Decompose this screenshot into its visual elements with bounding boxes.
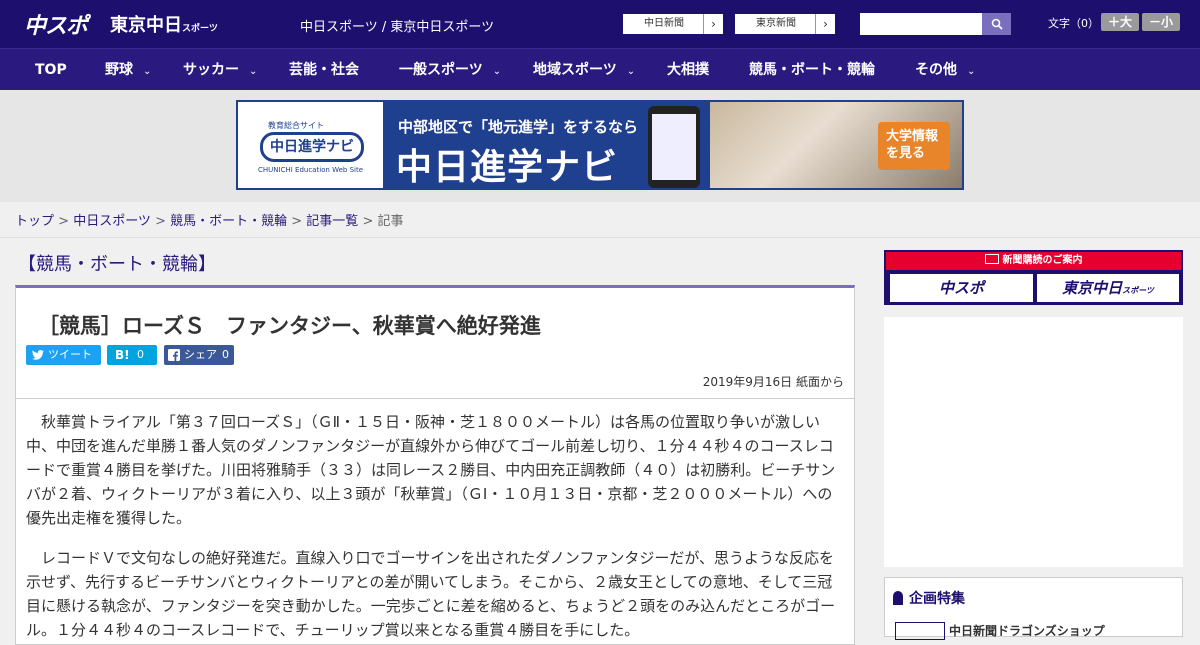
- banner-edu-sub: CHUNICHI Education Web Site: [258, 166, 364, 174]
- tweet-button[interactable]: ツイート: [26, 345, 101, 365]
- nav-baseball[interactable]: 野球 ⌄: [105, 49, 151, 91]
- hatena-bookmark-button[interactable]: B! 0: [107, 345, 157, 365]
- nav-other[interactable]: その他 ⌄: [915, 49, 975, 91]
- font-bigger-button[interactable]: ＋大: [1101, 13, 1139, 31]
- nav-soccer[interactable]: サッカー ⌄: [183, 49, 257, 91]
- breadcrumb-current: 記事: [377, 214, 404, 229]
- facebook-share-count: 0: [222, 348, 229, 361]
- category-heading: 【競馬・ボート・競輪】: [18, 254, 216, 275]
- main-nav: TOP 野球 ⌄ サッカー ⌄ 芸能・社会 一般スポーツ ⌄ 地域スポーツ ⌄ 大相撲 …: [0, 48, 1200, 90]
- subscription-heading-text: 新聞購読のご案内: [1002, 255, 1083, 266]
- article-divider: [16, 398, 854, 399]
- search-input[interactable]: [860, 13, 982, 35]
- nav-sumo[interactable]: 大相撲: [667, 49, 709, 91]
- font-size-label: 文字（0）: [1048, 17, 1099, 30]
- tokyo-logo-small: スポーツ: [182, 24, 218, 34]
- banner-cta: 大学情報を見る: [878, 122, 950, 170]
- subscribe-tokyo-text: 東京中日: [1062, 279, 1123, 297]
- chevron-down-icon: ⌄: [492, 66, 502, 77]
- subscribe-tokyo-small: スポーツ: [1122, 286, 1154, 295]
- nav-soccer-label: サッカー: [183, 62, 239, 78]
- nav-general-sports-label: 一般スポーツ: [399, 62, 483, 78]
- nav-entertainment[interactable]: 芸能・社会: [289, 49, 359, 91]
- ribbon-icon: [893, 591, 903, 605]
- phone-screen: [652, 114, 696, 180]
- subscribe-tokyo-chunichi-button[interactable]: 東京中日スポーツ: [1037, 274, 1179, 302]
- article-paragraph: 秋華賞トライアル「第３７回ローズＳ」（ＧⅡ・１５日・阪神・芝１８００メートル）は…: [26, 413, 836, 527]
- nav-keiba-label: 競馬・ボート・競輪: [749, 62, 875, 78]
- banner-logo-box: 教育総合サイト 中日進学ナビ CHUNICHI Education Web Si…: [238, 102, 383, 188]
- chevron-right-icon: ›: [815, 14, 835, 34]
- chuspo-logo[interactable]: 中スポ: [24, 8, 88, 40]
- banner-edu-small: 教育総合サイト: [268, 121, 324, 130]
- chevron-down-icon: ⌄: [249, 66, 258, 77]
- breadcrumb-separator: >: [287, 214, 307, 229]
- chunichi-shimbun-label: 中日新聞: [644, 18, 684, 29]
- facebook-share-label: シェア: [184, 348, 217, 361]
- chevron-down-icon: ⌄: [626, 66, 636, 77]
- hatena-count: 0: [137, 348, 144, 361]
- feature-thumbnail[interactable]: [895, 622, 945, 640]
- article-date: 2019年9月16日 紙面から: [702, 375, 844, 389]
- breadcrumb-separator: >: [54, 214, 74, 229]
- nav-top[interactable]: TOP: [35, 49, 67, 91]
- nav-keiba[interactable]: 競馬・ボート・競輪: [749, 49, 875, 91]
- shingaku-navi-banner[interactable]: 教育総合サイト 中日進学ナビ CHUNICHI Education Web Si…: [236, 100, 964, 190]
- banner-edu-logo: 中日進学ナビ: [260, 132, 364, 162]
- breadcrumb-separator: >: [150, 214, 171, 229]
- chevron-down-icon: ⌄: [967, 66, 976, 77]
- search-button[interactable]: [982, 13, 1011, 35]
- top-header: 中スポ 東京中日スポーツ 中日スポーツ / 東京中日スポーツ 中日新聞 › 東京…: [0, 0, 1200, 48]
- nav-local-sports-label: 地域スポーツ: [533, 62, 617, 78]
- feature-heading-text: 企画特集: [909, 591, 965, 607]
- nav-entertainment-label: 芸能・社会: [289, 62, 359, 78]
- phone-image: [648, 106, 700, 188]
- article-paragraph: レコードＶで文句なしの絶好発進だ。直線入り口でゴーサインを出されたダノンファンタ…: [26, 549, 836, 639]
- nav-general-sports[interactable]: 一般スポーツ ⌄: [399, 49, 501, 91]
- tokyo-shimbun-label: 東京新聞: [756, 18, 796, 29]
- chevron-right-icon: ›: [703, 14, 723, 34]
- breadcrumb-separator: >: [358, 214, 378, 229]
- breadcrumb-keiba[interactable]: 競馬・ボート・競輪: [170, 214, 287, 229]
- banner-headline: 中日進学ナビ: [396, 147, 619, 188]
- breadcrumb: トップ > 中日スポーツ > 競馬・ボート・競輪 > 記事一覧 > 記事: [0, 202, 1200, 238]
- chevron-down-icon: ⌄: [143, 66, 152, 77]
- nav-baseball-label: 野球: [105, 62, 133, 78]
- subscribe-chuspo-button[interactable]: 中スポ: [890, 274, 1033, 302]
- feature-box: 企画特集 中日新聞ドラゴンズショップ: [884, 577, 1183, 640]
- nav-sumo-label: 大相撲: [667, 62, 709, 78]
- tokyo-logo-text: 東京中日: [110, 15, 182, 36]
- feature-heading: 企画特集: [893, 588, 965, 608]
- sidebar-ad: [884, 317, 1183, 567]
- banner-tagline: 中部地区で「地元進学」をするなら: [398, 118, 639, 136]
- breadcrumb-top[interactable]: トップ: [15, 214, 54, 229]
- tokyo-chunichi-logo[interactable]: 東京中日スポーツ: [110, 11, 218, 37]
- nav-local-sports[interactable]: 地域スポーツ ⌄: [533, 49, 635, 91]
- hatena-icon: B!: [115, 348, 130, 362]
- search-icon: [991, 18, 1003, 30]
- banner-area: 教育総合サイト 中日進学ナビ CHUNICHI Education Web Si…: [0, 90, 1200, 202]
- article-title: ［競馬］ローズＳ ファンタジー、秋華賞へ絶好発進: [38, 314, 541, 338]
- feature-item-link[interactable]: 中日新聞ドラゴンズショップ: [949, 622, 1105, 639]
- facebook-icon: [168, 349, 180, 361]
- site-title[interactable]: 中日スポーツ / 東京中日スポーツ: [300, 16, 494, 35]
- twitter-icon: [32, 350, 44, 360]
- breadcrumb-article-list[interactable]: 記事一覧: [306, 214, 358, 229]
- subscription-heading: 新聞購読のご案内: [886, 252, 1181, 270]
- nav-top-label: TOP: [35, 62, 67, 78]
- chunichi-shimbun-link[interactable]: 中日新聞 ›: [622, 13, 724, 35]
- facebook-share-button[interactable]: シェア 0: [164, 345, 234, 365]
- breadcrumb-chunichi-sports[interactable]: 中日スポーツ: [73, 214, 151, 229]
- newspaper-icon: [984, 254, 999, 264]
- subscription-box: 新聞購読のご案内 中スポ 東京中日スポーツ: [884, 250, 1183, 305]
- article-card: ［競馬］ローズＳ ファンタジー、秋華賞へ絶好発進 ツイート B! 0 シェア 0…: [15, 285, 855, 645]
- font-smaller-button[interactable]: －小: [1142, 13, 1180, 31]
- nav-other-label: その他: [915, 62, 957, 78]
- tweet-label: ツイート: [48, 348, 92, 361]
- tokyo-shimbun-link[interactable]: 東京新聞 ›: [734, 13, 836, 35]
